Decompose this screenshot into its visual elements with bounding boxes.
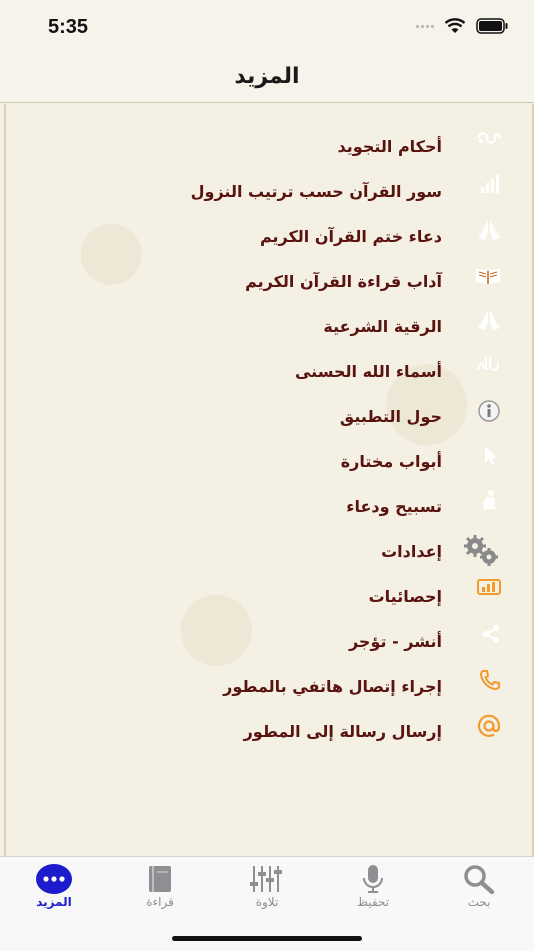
menu-content: أحكام التجويد سور القرآن حسب ترتيب النزول… [4, 104, 534, 856]
statistics-icon [476, 578, 502, 602]
waves-icon [476, 128, 502, 152]
tab-label: المزيد [36, 895, 72, 909]
menu-item-label: سور القرآن حسب ترتيب النزول [190, 182, 442, 201]
navigation-bar: المزيد [0, 56, 534, 103]
praying-person-icon [478, 488, 502, 516]
praying-hands-icon [476, 218, 502, 246]
home-indicator [172, 936, 362, 941]
status-bar: 5:35 [0, 0, 534, 56]
menu-item[interactable]: إعدادات [381, 532, 498, 572]
microphone-icon [333, 863, 413, 895]
menu-item[interactable]: آداب قراءة القرآن الكريم [245, 262, 500, 302]
more-icon [14, 863, 94, 895]
tab-label: تحفيظ [356, 895, 390, 909]
menu-item[interactable]: دعاء ختم القرآن الكريم [259, 217, 500, 257]
menu-item[interactable]: الرقية الشرعية [323, 307, 500, 347]
tab-recitation[interactable]: تلاوة [227, 863, 307, 909]
menu-item[interactable]: تسبيح ودعاء [346, 487, 498, 527]
tab-bar: بحث تحفيظ تلاوة قراءة المزيد [0, 856, 534, 951]
menu-item-label: آداب قراءة القرآن الكريم [245, 272, 442, 291]
cursor-icon [480, 443, 502, 471]
menu-item-label: إحصائيات [368, 587, 442, 606]
menu-item-label: أنشر - تؤجر [348, 632, 442, 651]
menu-item[interactable]: سور القرآن حسب ترتيب النزول [190, 172, 499, 212]
menu-item-label: أسماء الله الحسنى [294, 362, 442, 381]
battery-icon [476, 18, 508, 34]
share-icon [480, 623, 502, 649]
tab-reading[interactable]: قراءة [120, 863, 200, 909]
search-icon [439, 863, 519, 895]
chart-icon [478, 173, 502, 199]
phone-icon [478, 668, 502, 696]
menu-item[interactable]: أحكام التجويد [337, 127, 501, 167]
menu-item-label: حول التطبيق [339, 407, 442, 426]
menu-item-label: تسبيح ودعاء [346, 497, 442, 516]
tab-label: قراءة [146, 895, 174, 909]
status-icons [416, 18, 508, 34]
menu-item-label: الرقية الشرعية [323, 317, 442, 336]
quran-book-icon [474, 263, 502, 289]
page-title: المزيد [234, 64, 300, 89]
allah-calligraphy-icon [474, 353, 502, 379]
status-time: 5:35 [48, 16, 89, 38]
tab-more[interactable]: المزيد [14, 863, 94, 909]
cellular-signal-icon [416, 24, 434, 28]
tab-memorize[interactable]: تحفيظ [333, 863, 413, 909]
wifi-icon [444, 18, 466, 34]
menu-item-label: أبواب مختارة [340, 452, 442, 471]
menu-item-label: أحكام التجويد [337, 137, 442, 156]
menu-item-label: إعدادات [381, 542, 442, 561]
menu-item[interactable]: أسماء الله الحسنى [294, 352, 499, 392]
menu-item[interactable]: أبواب مختارة [340, 442, 498, 482]
equalizer-icon [227, 863, 307, 895]
tab-label: تلاوة [255, 895, 279, 909]
tab-label: بحث [467, 895, 491, 909]
praying-hands-icon [476, 308, 502, 336]
menu-item[interactable]: إحصائيات [368, 577, 501, 617]
info-icon [476, 398, 502, 428]
book-icon [120, 863, 200, 895]
at-sign-icon [476, 713, 502, 743]
menu-item-label: إرسال رسالة إلى المطور [243, 722, 442, 741]
menu-item[interactable]: إرسال رسالة إلى المطور [243, 712, 501, 752]
menu-item-label: إجراء إتصال هاتفي بالمطور [223, 677, 442, 696]
menu-item[interactable]: حول التطبيق [339, 397, 500, 437]
tab-search[interactable]: بحث [439, 863, 519, 909]
menu-item[interactable]: إجراء إتصال هاتفي بالمطور [223, 667, 500, 707]
menu-item-label: دعاء ختم القرآن الكريم [259, 227, 442, 246]
gears-icon [462, 533, 502, 573]
menu-item[interactable]: أنشر - تؤجر [348, 622, 499, 662]
